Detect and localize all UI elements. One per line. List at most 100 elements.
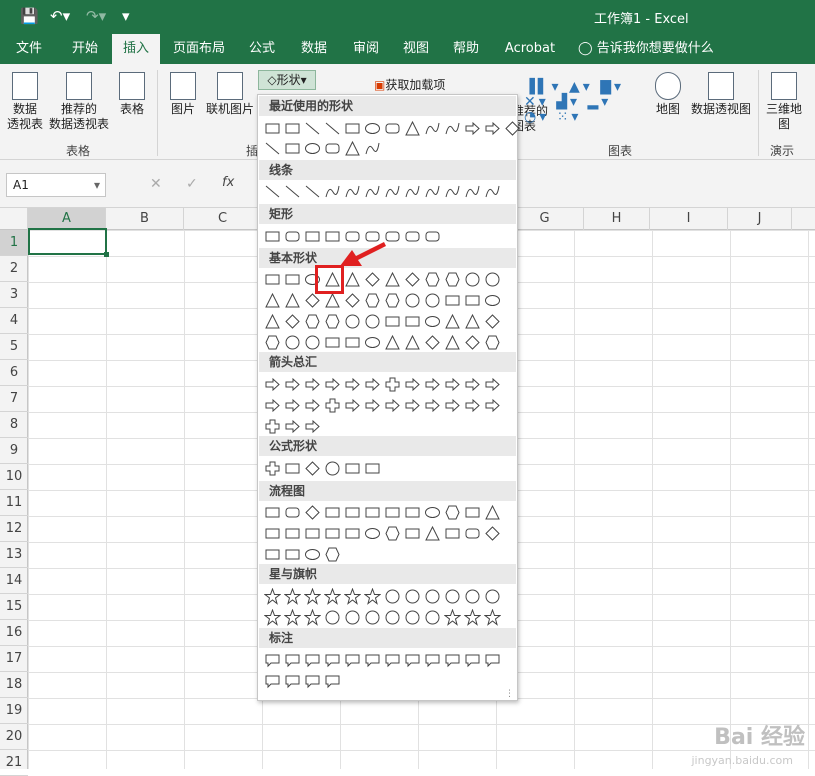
oval-shape-icon[interactable]	[363, 333, 382, 352]
row-header[interactable]: 10	[0, 464, 28, 490]
row-header[interactable]: 6	[0, 360, 28, 386]
left-arrow-shape-icon[interactable]	[283, 375, 302, 394]
active-cell[interactable]	[28, 228, 109, 257]
star4-shape-icon[interactable]	[483, 608, 502, 627]
curve-shape-icon[interactable]	[383, 182, 402, 201]
scribble-shape-icon[interactable]	[463, 182, 482, 201]
terminator-shape-icon[interactable]	[423, 503, 442, 522]
vtext-box-shape-icon[interactable]	[403, 312, 422, 331]
column-header[interactable]: C	[184, 208, 262, 230]
right-tri-shape-icon[interactable]	[283, 291, 302, 310]
manual-op-shape-icon[interactable]	[423, 524, 442, 543]
lr-arrow-shape-icon[interactable]	[343, 375, 362, 394]
oval-callout-shape-icon[interactable]	[303, 651, 322, 670]
line1-shape-icon[interactable]	[343, 651, 362, 670]
round4-shape-icon[interactable]	[423, 227, 442, 246]
pentagon-shape-icon[interactable]	[423, 270, 442, 289]
line1-shape-icon[interactable]	[283, 672, 302, 691]
terminator-shape-icon[interactable]	[363, 524, 382, 543]
pentagon-shape-icon[interactable]	[483, 333, 502, 352]
row-header[interactable]: 9	[0, 438, 28, 464]
oval-shape-icon[interactable]	[483, 291, 502, 310]
line2-shape-icon[interactable]	[363, 651, 382, 670]
curve-arrow-shape-icon[interactable]	[403, 182, 422, 201]
data-shape-icon[interactable]	[323, 503, 342, 522]
tab-data[interactable]: 数据	[292, 34, 336, 64]
row-header[interactable]: 20	[0, 724, 28, 750]
star24-shape-icon[interactable]	[463, 587, 482, 606]
octagon-shape-icon[interactable]	[423, 291, 442, 310]
column-header[interactable]: B	[106, 208, 184, 230]
row-header[interactable]: 5	[0, 334, 28, 360]
star24-shape-icon[interactable]	[403, 608, 422, 627]
internal-shape-icon[interactable]	[363, 503, 382, 522]
cancel-icon[interactable]: ✕	[150, 176, 162, 192]
star7-shape-icon[interactable]	[363, 587, 382, 606]
line5-shape-icon[interactable]	[423, 651, 442, 670]
line-shape-icon[interactable]	[303, 119, 322, 138]
pivot-table-button[interactable]: 数据 透视表	[4, 72, 46, 132]
down-arrow-shape-icon[interactable]	[263, 396, 282, 415]
row-header[interactable]: 16	[0, 620, 28, 646]
quad-arrow-shape-icon[interactable]	[323, 396, 342, 415]
star10-shape-icon[interactable]	[403, 587, 422, 606]
star5-shape-icon[interactable]	[263, 608, 282, 627]
text-box-shape-icon[interactable]	[443, 291, 462, 310]
hexagon-shape-icon[interactable]	[323, 312, 342, 331]
line7-shape-icon[interactable]	[463, 651, 482, 670]
customize-toolbar-icon[interactable]: ▾	[122, 7, 130, 25]
vtext-box-shape-icon[interactable]	[283, 119, 302, 138]
line3-shape-icon[interactable]	[323, 672, 342, 691]
elbow-shape-icon[interactable]	[323, 182, 342, 201]
rect-shape-icon[interactable]	[343, 119, 362, 138]
row-header[interactable]: 8	[0, 412, 28, 438]
preparation-shape-icon[interactable]	[323, 545, 342, 564]
oval-shape-icon[interactable]	[363, 119, 382, 138]
down-arrow-shape-icon[interactable]	[483, 119, 502, 138]
star32-shape-icon[interactable]	[483, 587, 502, 606]
parallelogram-shape-icon[interactable]	[363, 270, 382, 289]
quad-arrow-shape-icon[interactable]	[383, 375, 402, 394]
heptagon-shape-icon[interactable]	[403, 291, 422, 310]
oval-shape-icon[interactable]	[303, 139, 322, 158]
tab-help[interactable]: 帮助	[444, 34, 488, 64]
text-box-shape-icon[interactable]	[263, 270, 282, 289]
internal-shape-icon[interactable]	[303, 524, 322, 543]
explosion1-shape-icon[interactable]	[263, 587, 282, 606]
bent-arrow-shape-icon[interactable]	[303, 417, 322, 436]
double-arrow-shape-icon[interactable]	[303, 182, 322, 201]
column-header[interactable]: J	[728, 208, 792, 230]
not-equal-shape-icon[interactable]	[363, 459, 382, 478]
elbow-arrow-shape-icon[interactable]	[343, 182, 362, 201]
row-header[interactable]: 14	[0, 568, 28, 594]
up-arrow-shape-icon[interactable]	[483, 396, 502, 415]
isosceles-triangle-shape-icon[interactable]	[263, 291, 282, 310]
row-header[interactable]: 13	[0, 542, 28, 568]
bent-up-shape-icon[interactable]	[483, 375, 502, 394]
column-header[interactable]: I	[650, 208, 728, 230]
oval-shape-icon[interactable]	[423, 312, 442, 331]
star10-shape-icon[interactable]	[343, 608, 362, 627]
cloud-callout-shape-icon[interactable]	[323, 651, 342, 670]
tab-insert[interactable]: 插入	[112, 34, 160, 64]
lu-arrow-shape-icon[interactable]	[463, 375, 482, 394]
line3-shape-icon[interactable]	[383, 651, 402, 670]
lru-arrow-shape-icon[interactable]	[403, 375, 422, 394]
picture-button[interactable]: 图片	[166, 72, 200, 117]
right-tri-shape-icon[interactable]	[403, 333, 422, 352]
diamond-shape-icon[interactable]	[463, 333, 482, 352]
right-arrow-shape-icon[interactable]	[463, 119, 482, 138]
bent-arrow-shape-icon[interactable]	[363, 396, 382, 415]
name-box[interactable]: A1 ▾	[6, 173, 106, 197]
predefined-shape-icon[interactable]	[343, 503, 362, 522]
insert-function-icon[interactable]: fx	[222, 175, 234, 190]
tab-view[interactable]: 视图	[394, 34, 438, 64]
line4-shape-icon[interactable]	[403, 651, 422, 670]
isosceles-triangle-shape-icon[interactable]	[383, 333, 402, 352]
multidoc-shape-icon[interactable]	[283, 545, 302, 564]
star16-shape-icon[interactable]	[383, 608, 402, 627]
lu-arrow-shape-icon[interactable]	[403, 396, 422, 415]
heptagon-shape-icon[interactable]	[463, 270, 482, 289]
undo-icon[interactable]: ↶▾	[50, 7, 70, 25]
star6-shape-icon[interactable]	[283, 608, 302, 627]
